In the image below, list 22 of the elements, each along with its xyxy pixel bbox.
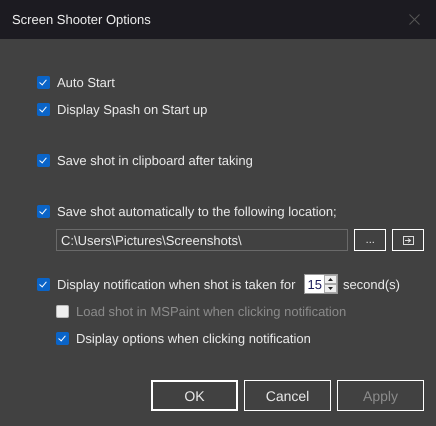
checkbox[interactable] — [37, 76, 50, 88]
window-title: Screen Shooter Options — [12, 12, 151, 27]
checkbox-label: Save shot in clipboard after taking — [57, 152, 253, 168]
open-folder-button[interactable] — [392, 229, 424, 251]
checkbox-label: Display notification when shot is taken for — [57, 276, 296, 292]
checkbox-label: Dsiplay options when clicking notification — [76, 330, 311, 346]
checkbox[interactable] — [56, 332, 69, 344]
dialog-button[interactable]: OK — [151, 380, 238, 411]
checkbox-label: Load shot in MSPaint when clicking notification — [76, 304, 346, 318]
checkbox-label: Auto Start — [57, 74, 115, 90]
unit-label: second(s) — [342, 276, 400, 292]
checkbox-label: Save shot automatically to the following location; — [57, 204, 337, 218]
checkbox[interactable] — [37, 278, 50, 290]
arrow-box-icon — [402, 236, 414, 244]
checkbox[interactable] — [37, 154, 50, 166]
checkbox[interactable] — [37, 102, 50, 116]
folder-path-field[interactable]: C:\Users\Pictures\Screenshots\ — [56, 229, 348, 251]
browse-button[interactable]: ... — [354, 229, 386, 251]
checkbox[interactable] — [37, 204, 50, 218]
number-spinner[interactable]: 15 — [304, 274, 338, 294]
dialog-button[interactable]: Cancel — [244, 380, 331, 411]
checkbox-label: Display Spash on Start up — [57, 102, 208, 116]
